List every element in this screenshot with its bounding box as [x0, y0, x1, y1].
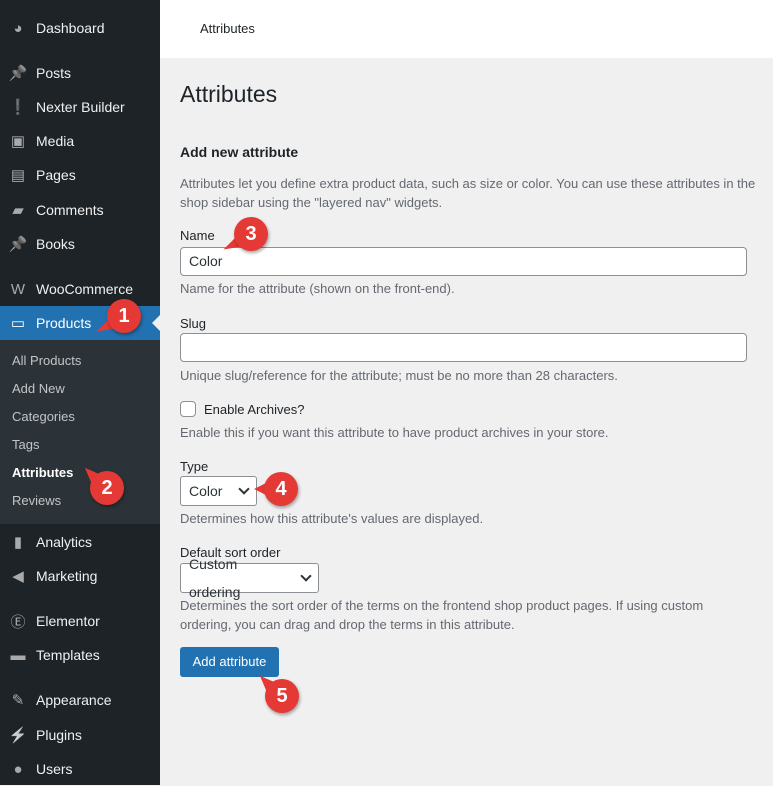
sidebar-item-label: Analytics: [36, 534, 93, 550]
media-icon: ▣: [10, 133, 26, 150]
woo-icon: W: [10, 280, 26, 298]
submenu-item-add-new[interactable]: Add New: [0, 375, 160, 403]
sidebar-item-appearance[interactable]: ✎ Appearance: [0, 683, 160, 717]
sidebar-item-label: Templates: [36, 647, 100, 663]
sidebar-item-label: Comments: [36, 202, 104, 218]
archives-description: Enable this if you want this attribute t…: [180, 425, 609, 440]
slug-description: Unique slug/reference for the attribute;…: [180, 368, 618, 383]
exclamation-icon: ❗: [8, 99, 28, 116]
sort-description: Determines the sort order of the terms o…: [180, 598, 704, 613]
brush-icon: ✎: [11, 692, 25, 709]
sidebar-item-label: Plugins: [36, 727, 82, 743]
sidebar-item-media[interactable]: ▣ Media: [0, 124, 160, 158]
sidebar-item-dashboard[interactable]: ◕ Dashboard: [0, 11, 160, 45]
callout-badge-4: 4: [264, 472, 298, 506]
callout-badge-3: 3: [234, 217, 268, 251]
enable-archives-checkbox[interactable]: [180, 401, 196, 417]
sidebar-item-elementor[interactable]: Ⓔ Elementor: [0, 604, 160, 638]
callout-badge-2: 2: [90, 471, 124, 505]
sidebar-item-label: Nexter Builder: [36, 99, 125, 115]
user-icon: ●: [13, 760, 23, 778]
products-submenu: All Products Add New Categories Tags Attribu…: [0, 340, 160, 524]
sidebar-item-analytics[interactable]: ▮ Analytics: [0, 525, 160, 559]
folder-icon: ▬: [10, 646, 26, 664]
comment-icon: ▰: [12, 202, 24, 219]
type-value: Color: [189, 483, 223, 499]
type-label: Type: [180, 459, 209, 474]
sidebar-item-users[interactable]: ● Users: [0, 752, 160, 786]
submenu-item-reviews[interactable]: Reviews: [0, 487, 160, 515]
section-heading: Add new attribute: [180, 144, 299, 160]
submenu-item-tags[interactable]: Tags: [0, 431, 160, 459]
header-title: Attributes: [200, 21, 255, 36]
pin-icon: 📌: [8, 236, 28, 253]
bar-chart-icon: ▮: [13, 534, 23, 551]
megaphone-icon: ◀: [12, 568, 24, 585]
sidebar-item-label: Media: [36, 133, 75, 149]
pin-icon: 📌: [8, 65, 28, 82]
archive-icon: ▭: [10, 315, 26, 332]
sidebar-item-books[interactable]: 📌 Books: [0, 227, 160, 261]
intro-text-2: shop sidebar using the "layered nav" wid…: [180, 195, 443, 210]
dashboard-icon: ◕: [13, 19, 23, 37]
type-description: Determines how this attribute's values a…: [180, 511, 484, 526]
sort-description-2: ordering, you can drag and drop the term…: [180, 617, 515, 632]
name-label: Name: [180, 228, 215, 243]
sidebar-item-label: Products: [36, 315, 92, 331]
chevron-down-icon: [238, 483, 250, 495]
sidebar-item-label: Appearance: [36, 692, 112, 708]
sidebar-item-plugins[interactable]: ⚡ Plugins: [0, 718, 160, 752]
sidebar-item-label: Books: [36, 236, 75, 252]
sidebar-item-woocommerce[interactable]: W WooCommerce: [0, 272, 160, 306]
sidebar-item-label: Users: [36, 761, 73, 777]
sidebar-item-templates[interactable]: ▬ Templates: [0, 638, 160, 672]
plugin-icon: ⚡: [8, 727, 28, 744]
page-title: Attributes: [180, 81, 278, 107]
sidebar-item-label: WooCommerce: [36, 281, 133, 297]
current-menu-arrow: [152, 315, 160, 331]
callout-badge-1: 1: [107, 299, 141, 333]
slug-input[interactable]: [180, 333, 747, 362]
elementor-icon: Ⓔ: [10, 613, 26, 631]
sidebar-item-label: Elementor: [36, 613, 100, 629]
name-input[interactable]: Color: [180, 247, 747, 276]
sidebar-item-comments[interactable]: ▰ Comments: [0, 193, 160, 227]
submenu-item-categories[interactable]: Categories: [0, 403, 160, 431]
sort-select[interactable]: Custom ordering: [180, 556, 319, 600]
sidebar-item-marketing[interactable]: ◀ Marketing: [0, 559, 160, 593]
sidebar-item-label: Marketing: [36, 568, 98, 584]
intro-text: Attributes let you define extra product …: [180, 176, 756, 191]
sidebar-item-pages[interactable]: ▤ Pages: [0, 158, 160, 192]
top-header: Attributes: [160, 0, 773, 58]
sidebar-item-label: Posts: [36, 65, 72, 81]
sidebar-item-label: Pages: [36, 167, 76, 183]
submenu-item-all-products[interactable]: All Products: [0, 347, 160, 375]
sidebar-item-posts[interactable]: 📌 Posts: [0, 56, 160, 90]
callout-badge-5: 5: [265, 679, 299, 713]
slug-label: Slug: [180, 316, 207, 331]
chevron-down-icon: [300, 570, 312, 582]
sidebar-item-nexter-builder[interactable]: ❗ Nexter Builder: [0, 90, 160, 124]
enable-archives-label[interactable]: Enable Archives?: [204, 402, 304, 417]
type-select[interactable]: Color: [180, 476, 257, 506]
sidebar-item-label: Dashboard: [36, 20, 105, 36]
pages-icon: ▤: [10, 167, 26, 184]
name-description: Name for the attribute (shown on the fro…: [180, 281, 455, 296]
